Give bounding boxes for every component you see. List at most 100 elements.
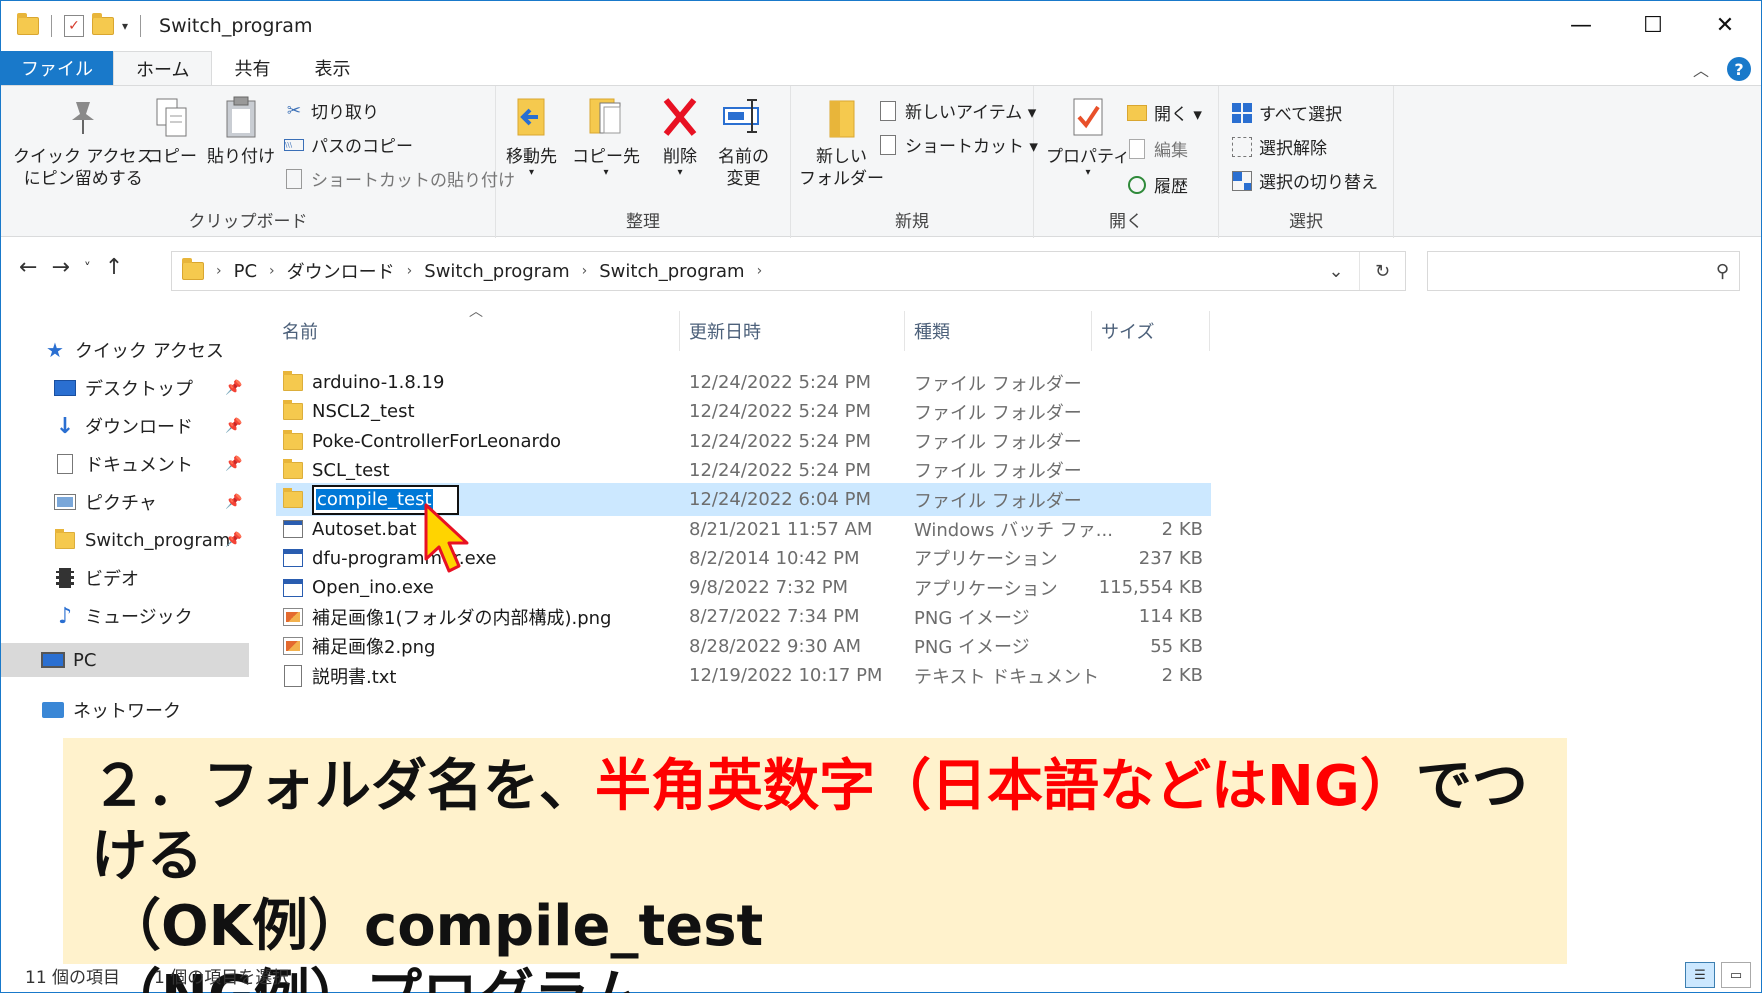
copy-path-button[interactable]: \\\ パスのコピー: [283, 132, 413, 157]
close-icon[interactable]: ✕: [1689, 1, 1761, 49]
scissors-icon: ✂: [286, 100, 302, 121]
table-row[interactable]: SCL_test 12/24/2022 5:24 PM ファイル フォルダー: [276, 454, 1211, 487]
search-input[interactable]: ⚲: [1427, 251, 1740, 291]
paste-button[interactable]: 貼り付け: [207, 94, 275, 168]
status-bar: 11 個の項目 1 個の項目を選択 ☰ ▭: [1, 958, 1761, 992]
new-folder-icon: [820, 94, 864, 142]
address-history-dropdown-icon[interactable]: ⌄: [1313, 252, 1359, 290]
open-button[interactable]: 開く ▾: [1126, 100, 1202, 125]
tab-home[interactable]: ホーム: [113, 51, 213, 85]
pin-label-1: クイック アクセス: [13, 147, 154, 167]
new-folder-icon[interactable]: [92, 13, 114, 35]
new-item-button[interactable]: 新しいアイテム ▾: [877, 98, 1036, 123]
pin-icon[interactable]: 📌: [225, 418, 242, 434]
move-to-button[interactable]: 移動先 ▾: [506, 94, 557, 178]
nav-music[interactable]: ♪ ミュージック: [1, 599, 249, 633]
properties-label: プロパティ: [1046, 147, 1130, 167]
select-none-icon: [1231, 136, 1253, 158]
invert-selection-button[interactable]: 選択の切り替え: [1231, 168, 1378, 193]
column-divider[interactable]: [1091, 311, 1092, 351]
pin-icon[interactable]: 📌: [225, 532, 242, 548]
paste-shortcut-button[interactable]: ショートカットの貼り付け: [283, 166, 515, 191]
select-none-button[interactable]: 選択解除: [1231, 134, 1327, 159]
new-folder-button[interactable]: 新しい フォルダー: [799, 94, 884, 190]
customize-qat-icon[interactable]: ▾: [122, 19, 128, 33]
nav-videos[interactable]: ビデオ: [1, 561, 249, 595]
new-folder-label-2: フォルダー: [799, 169, 884, 189]
copy-to-label: コピー先: [572, 147, 640, 167]
properties-button[interactable]: プロパティ ▾: [1046, 94, 1130, 178]
table-row[interactable]: 説明書.txt 12/19/2022 10:17 PM テキスト ドキュメント 2 K…: [276, 659, 1211, 692]
recent-locations-icon[interactable]: ˅: [84, 255, 91, 283]
copy-to-button[interactable]: コピー先 ▾: [572, 94, 640, 178]
pin-to-quick-access-button[interactable]: クイック アクセス にピン留めする: [13, 94, 154, 190]
nav-switch-program[interactable]: Switch_program 📌: [1, 523, 249, 557]
table-row[interactable]: 補足画像2.png 8/28/2022 9:30 AM PNG イメージ 55 KB: [276, 630, 1211, 663]
nav-network[interactable]: ネットワーク: [1, 693, 249, 727]
clipboard-group: クイック アクセス にピン留めする コピー 貼り付け ✂ 切り取り \\\ パス…: [1, 86, 515, 238]
column-header-name[interactable]: 名前: [282, 311, 682, 351]
copy-button[interactable]: コピー: [146, 94, 197, 168]
forward-arrow-icon[interactable]: →: [51, 255, 69, 283]
column-divider[interactable]: [1209, 311, 1210, 351]
nav-pc[interactable]: PC: [1, 643, 249, 677]
nav-documents[interactable]: ドキュメント 📌: [1, 447, 249, 481]
pin-icon[interactable]: 📌: [225, 494, 242, 510]
nav-downloads[interactable]: ↓ ダウンロード 📌: [1, 409, 249, 443]
pin-icon[interactable]: 📌: [225, 456, 242, 472]
collapse-ribbon-icon[interactable]: ︿: [1693, 57, 1709, 81]
up-arrow-icon[interactable]: ↑: [105, 255, 123, 283]
minimize-icon[interactable]: —: [1545, 1, 1617, 49]
large-icons-view-icon[interactable]: ▭: [1721, 962, 1751, 988]
rename-label-2: 変更: [726, 169, 761, 189]
edit-button[interactable]: 編集: [1126, 136, 1188, 161]
table-row[interactable]: 補足画像1(フォルダの内部構成).png 8/27/2022 7:34 PM PNG…: [276, 600, 1211, 633]
tab-file[interactable]: ファイル: [1, 51, 113, 85]
breadcrumb-item[interactable]: › Switch_program ›: [582, 261, 763, 282]
table-row[interactable]: Autoset.bat 8/21/2021 11:57 AM Windows バッチ…: [276, 513, 1211, 546]
delete-button[interactable]: 削除 ▾: [658, 94, 702, 178]
address-bar[interactable]: › PC › ダウンロード › Switch_program › Switch_prog…: [171, 251, 1406, 291]
history-icon: [1126, 174, 1148, 196]
nav-pictures[interactable]: ピクチャ 📌: [1, 485, 249, 519]
file-type-cell: テキスト ドキュメント: [914, 666, 1100, 688]
back-arrow-icon[interactable]: ←: [19, 255, 37, 283]
details-view-icon[interactable]: ☰: [1685, 962, 1715, 988]
table-row[interactable]: Poke-ControllerForLeonardo 12/24/2022 5:2…: [276, 425, 1211, 458]
properties-check-icon[interactable]: ✓: [64, 15, 84, 37]
cut-button[interactable]: ✂ 切り取り: [283, 98, 379, 124]
title-bar: ✓ ▾ Switch_program — ☐ ✕: [1, 1, 1761, 51]
file-name-cell: 補足画像1(フォルダの内部構成).png: [282, 600, 611, 633]
table-row[interactable]: NSCL2_test 12/24/2022 5:24 PM ファイル フォルダー: [276, 395, 1211, 428]
clipboard-group-label: クリップボード: [188, 212, 308, 232]
table-row[interactable]: Open_ino.exe 9/8/2022 7:32 PM アプリケーション 115,…: [276, 571, 1211, 604]
breadcrumb-item[interactable]: › ダウンロード: [269, 258, 395, 284]
column-header-type[interactable]: 種類: [914, 311, 1084, 351]
folder-icon: [282, 458, 304, 481]
tab-view[interactable]: 表示: [292, 51, 372, 85]
table-row[interactable]: compile_test 12/24/2022 6:04 PM ファイル フォルダー: [276, 483, 1211, 517]
table-row[interactable]: dfu-programmer.exe 8/2/2014 10:42 PM アプリケー…: [276, 542, 1211, 575]
rename-button[interactable]: 名前の 変更: [718, 94, 769, 190]
refresh-icon[interactable]: ↻: [1359, 252, 1405, 290]
breadcrumb-item[interactable]: › Switch_program: [407, 261, 570, 282]
breadcrumb-item[interactable]: › PC: [216, 261, 257, 282]
pin-icon[interactable]: 📌: [225, 380, 242, 396]
easy-access-button[interactable]: ショートカット ▾: [877, 132, 1038, 157]
select-all-button[interactable]: すべて選択: [1231, 100, 1342, 125]
star-icon: ★: [46, 338, 64, 362]
column-divider[interactable]: [904, 311, 905, 351]
column-header-size[interactable]: サイズ: [1101, 311, 1201, 351]
help-icon[interactable]: ?: [1727, 57, 1751, 81]
column-header-date[interactable]: 更新日時: [689, 311, 899, 351]
nav-desktop[interactable]: デスクトップ 📌: [1, 371, 249, 405]
column-divider[interactable]: [679, 311, 680, 351]
ribbon-tabs: ファイル ホーム 共有 表示 ︿ ?: [1, 51, 1761, 85]
maximize-icon[interactable]: ☐: [1617, 1, 1689, 49]
file-name-cell: Open_ino.exe: [282, 571, 434, 604]
table-row[interactable]: arduino-1.8.19 12/24/2022 5:24 PM ファイル フォル…: [276, 366, 1211, 399]
nav-downloads-label: ダウンロード: [85, 417, 193, 438]
nav-quick-access[interactable]: ★ クイック アクセス: [1, 333, 249, 367]
history-button[interactable]: 履歴: [1126, 172, 1188, 197]
tab-share[interactable]: 共有: [212, 51, 292, 85]
